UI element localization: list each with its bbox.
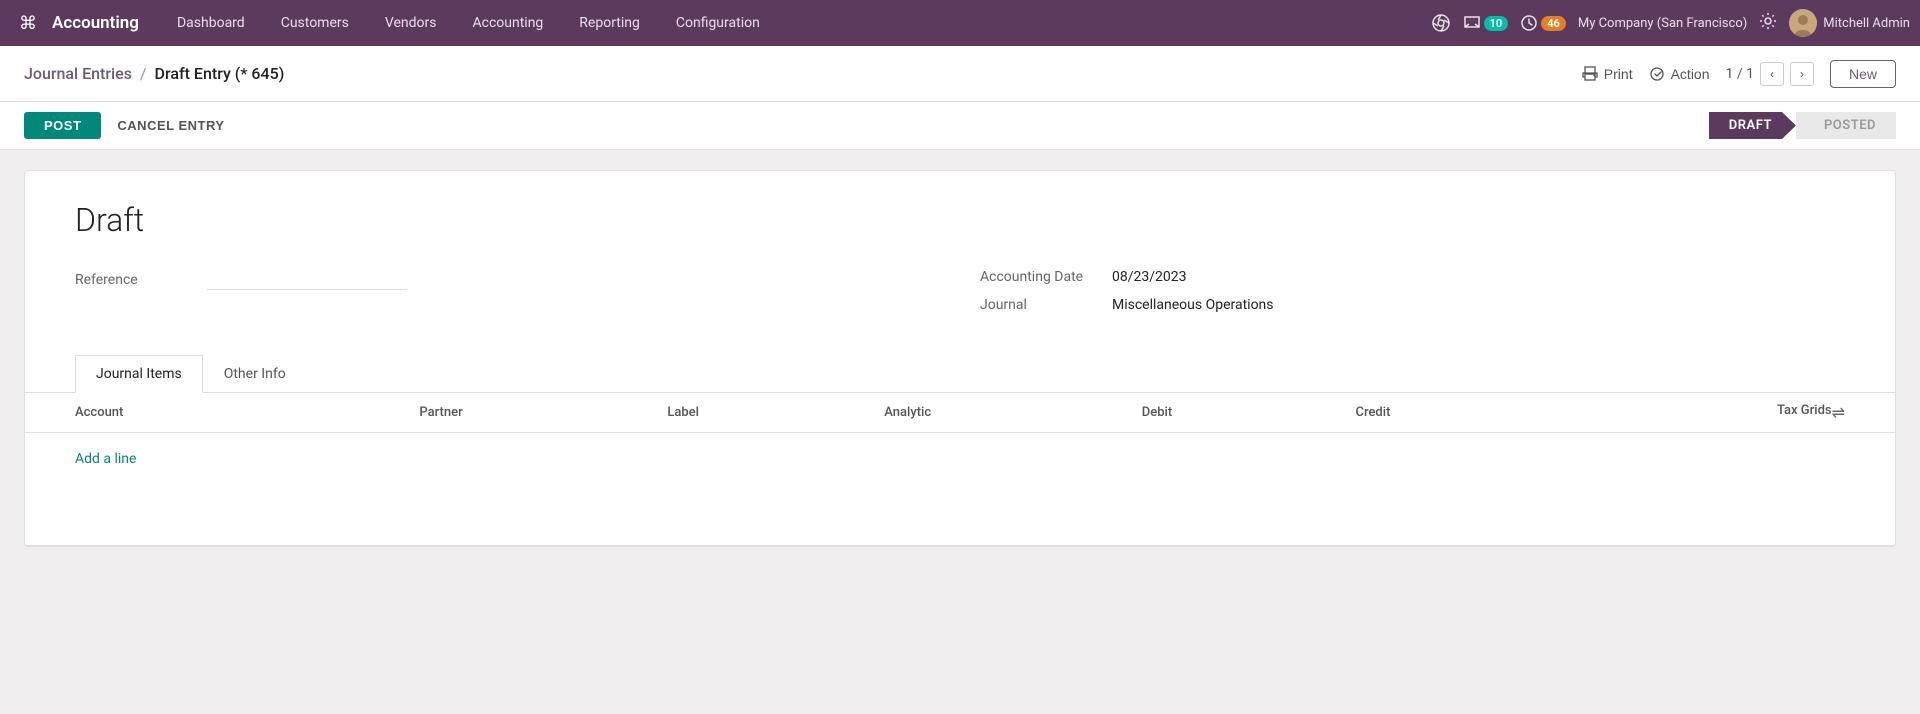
journal-value: Miscellaneous Operations bbox=[1112, 297, 1274, 313]
top-navigation: ⌘ Accounting Dashboard Customers Vendors… bbox=[0, 0, 1920, 46]
status-bar: DRAFT POSTED bbox=[1709, 112, 1896, 139]
top-menu: Dashboard Customers Vendors Accounting R… bbox=[159, 0, 1431, 46]
nav-accounting[interactable]: Accounting bbox=[454, 0, 561, 46]
breadcrumb-separator: / bbox=[140, 64, 147, 83]
breadcrumb-current: Draft Entry (* 645) bbox=[155, 64, 285, 83]
action-label: Action bbox=[1671, 66, 1710, 82]
col-credit: Credit bbox=[1356, 393, 1582, 433]
company-name[interactable]: My Company (San Francisco) bbox=[1578, 16, 1747, 31]
col-label: Label bbox=[667, 393, 884, 433]
reference-input[interactable] bbox=[207, 269, 407, 290]
reference-label: Reference bbox=[75, 272, 195, 288]
accounting-date-row: Accounting Date 08/23/2023 bbox=[980, 269, 1845, 285]
breadcrumb: Journal Entries / Draft Entry (* 645) bbox=[24, 64, 1570, 83]
support-icon[interactable] bbox=[1431, 13, 1451, 33]
add-line-row: Add a line bbox=[25, 433, 1895, 486]
nav-configuration[interactable]: Configuration bbox=[658, 0, 778, 46]
status-posted: POSTED bbox=[1796, 112, 1896, 139]
journal-table: Account Partner Label Analytic Debit Cre… bbox=[25, 393, 1895, 546]
add-line-cell: Add a line bbox=[25, 433, 1895, 486]
empty-row-1 bbox=[25, 485, 1895, 545]
col-analytic: Analytic bbox=[884, 393, 1142, 433]
journal-label: Journal bbox=[980, 297, 1100, 313]
cancel-entry-button[interactable]: CANCEL ENTRY bbox=[101, 112, 240, 139]
pager: 1 / 1 ‹ › bbox=[1726, 62, 1814, 86]
col-partner: Partner bbox=[419, 393, 667, 433]
journal-items-section: Account Partner Label Analytic Debit Cre… bbox=[75, 393, 1845, 546]
tabs: Journal Items Other Info bbox=[25, 355, 1895, 393]
form-fields: Reference Accounting Date 08/23/2023 Jou… bbox=[75, 269, 1845, 325]
app-brand: Accounting bbox=[52, 13, 139, 33]
secondary-header: Journal Entries / Draft Entry (* 645) Pr… bbox=[0, 46, 1920, 102]
nav-vendors[interactable]: Vendors bbox=[367, 0, 455, 46]
activities-button[interactable]: 46 bbox=[1520, 14, 1566, 32]
col-tax-grids: Tax Grids ⇌ bbox=[1581, 393, 1895, 433]
pager-prev[interactable]: ‹ bbox=[1760, 62, 1784, 86]
col-account: Account bbox=[25, 393, 419, 433]
user-menu[interactable]: Mitchell Admin bbox=[1789, 9, 1910, 37]
form-title: Draft bbox=[75, 201, 1845, 239]
top-right-actions: 10 46 My Company (San Francisco) bbox=[1431, 9, 1910, 37]
action-button[interactable]: Action bbox=[1649, 66, 1710, 82]
pager-text: 1 / 1 bbox=[1726, 66, 1754, 82]
activities-count: 46 bbox=[1541, 16, 1566, 31]
tab-journal-items[interactable]: Journal Items bbox=[75, 355, 203, 393]
adjust-columns-icon[interactable]: ⇌ bbox=[1832, 403, 1845, 422]
messages-button[interactable]: 10 bbox=[1463, 14, 1509, 32]
reference-row: Reference bbox=[75, 269, 940, 290]
status-draft: DRAFT bbox=[1709, 112, 1796, 139]
messages-count: 10 bbox=[1484, 16, 1509, 31]
breadcrumb-journal-entries[interactable]: Journal Entries bbox=[24, 64, 132, 83]
nav-dashboard[interactable]: Dashboard bbox=[159, 0, 263, 46]
accounting-date-value: 08/23/2023 bbox=[1112, 269, 1187, 285]
pager-next[interactable]: › bbox=[1790, 62, 1814, 86]
print-label: Print bbox=[1604, 66, 1633, 82]
new-button[interactable]: New bbox=[1830, 60, 1896, 88]
user-name: Mitchell Admin bbox=[1823, 16, 1910, 31]
journal-row: Journal Miscellaneous Operations bbox=[980, 297, 1845, 313]
app-grid-icon[interactable]: ⌘ bbox=[10, 5, 46, 41]
avatar bbox=[1789, 9, 1817, 37]
add-line-button[interactable]: Add a line bbox=[75, 441, 136, 477]
nav-reporting[interactable]: Reporting bbox=[561, 0, 658, 46]
col-debit: Debit bbox=[1142, 393, 1356, 433]
form-col-left: Reference bbox=[75, 269, 940, 325]
main-content: Draft Reference Accounting Date 08/23/20… bbox=[0, 150, 1920, 567]
tab-other-info[interactable]: Other Info bbox=[203, 355, 307, 393]
print-button[interactable]: Print bbox=[1582, 66, 1633, 82]
form-card: Draft Reference Accounting Date 08/23/20… bbox=[24, 170, 1896, 547]
settings-icon[interactable] bbox=[1759, 12, 1777, 34]
form-col-right: Accounting Date 08/23/2023 Journal Misce… bbox=[980, 269, 1845, 325]
action-bar: POST CANCEL ENTRY DRAFT POSTED bbox=[0, 102, 1920, 150]
accounting-date-label: Accounting Date bbox=[980, 269, 1100, 285]
header-actions: Print Action 1 / 1 ‹ › New bbox=[1582, 60, 1896, 88]
nav-customers[interactable]: Customers bbox=[263, 0, 367, 46]
post-button[interactable]: POST bbox=[24, 112, 101, 139]
